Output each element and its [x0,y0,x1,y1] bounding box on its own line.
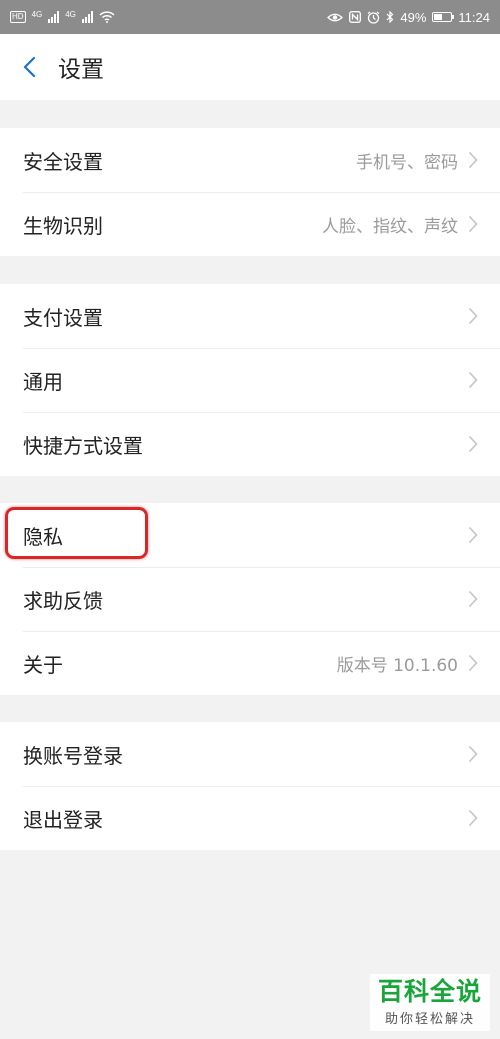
chevron-right-icon [468,526,478,544]
settings-group-general: 支付设置 通用 快捷方式设置 [0,284,500,476]
title-bar: 设置 [0,34,500,100]
nfc-icon [349,11,362,23]
status-bar: HD 4G 4G 49% 11:24 [0,0,500,34]
row-label: 生物识别 [23,213,103,238]
chevron-right-icon [468,809,478,827]
battery-fill [434,14,443,20]
row-label: 安全设置 [23,149,103,174]
wifi-icon [99,11,115,23]
chevron-right-icon [468,590,478,608]
alarm-icon [367,11,380,24]
hd-badge: HD [10,11,26,23]
row-value: 人脸、指纹、声纹 [322,216,458,237]
row-value: 手机号、密码 [356,152,458,173]
row-label: 快捷方式设置 [23,433,143,458]
signal-2-icon [81,11,93,23]
settings-row-security[interactable]: 安全设置 手机号、密码 [0,128,500,192]
watermark: 百科全说 助你轻松解决 [370,974,490,1031]
highlight-annotation [5,507,148,559]
battery-percent: 49% [400,9,427,25]
network-type-2: 4G [65,9,76,19]
bluetooth-icon [386,11,394,23]
settings-row-general[interactable]: 通用 [0,348,500,412]
row-label: 支付设置 [23,305,103,330]
settings-row-switch-account[interactable]: 换账号登录 [0,722,500,786]
row-label: 求助反馈 [23,588,103,613]
clock: 11:24 [458,9,490,25]
chevron-right-icon [468,435,478,453]
watermark-title: 百科全说 [377,977,482,1006]
row-label: 退出登录 [23,807,103,832]
settings-row-biometrics[interactable]: 生物识别 人脸、指纹、声纹 [0,192,500,256]
status-bar-left: HD 4G 4G [10,10,115,25]
back-arrow-icon[interactable] [22,56,36,78]
settings-group-account: 换账号登录 退出登录 [0,722,500,850]
chevron-right-icon [468,745,478,763]
chevron-right-icon [468,151,478,169]
row-value: 版本号 10.1.60 [336,655,458,676]
battery-icon [432,12,455,22]
watermark-subtitle: 助你轻松解决 [384,1012,475,1027]
network-indicator-1: 4G [32,10,43,25]
chevron-right-icon [468,307,478,325]
network-indicator-2: 4G [65,10,76,25]
settings-row-feedback[interactable]: 求助反馈 [0,567,500,631]
row-label: 通用 [23,369,63,394]
page-title: 设置 [58,57,104,83]
chevron-right-icon [468,654,478,672]
network-type-1: 4G [31,9,43,19]
chevron-right-icon [468,215,478,233]
settings-group-account-security: 安全设置 手机号、密码 生物识别 人脸、指纹、声纹 [0,128,500,256]
settings-row-shortcuts[interactable]: 快捷方式设置 [0,412,500,476]
settings-row-about[interactable]: 关于 版本号 10.1.60 [0,631,500,695]
eye-icon [327,12,344,23]
row-label: 关于 [23,652,63,677]
status-bar-right: 49% 11:24 [327,10,490,25]
row-label: 换账号登录 [23,743,123,768]
settings-row-payment[interactable]: 支付设置 [0,284,500,348]
chevron-right-icon [468,371,478,389]
settings-row-logout[interactable]: 退出登录 [0,786,500,850]
signal-1-icon [48,11,60,23]
